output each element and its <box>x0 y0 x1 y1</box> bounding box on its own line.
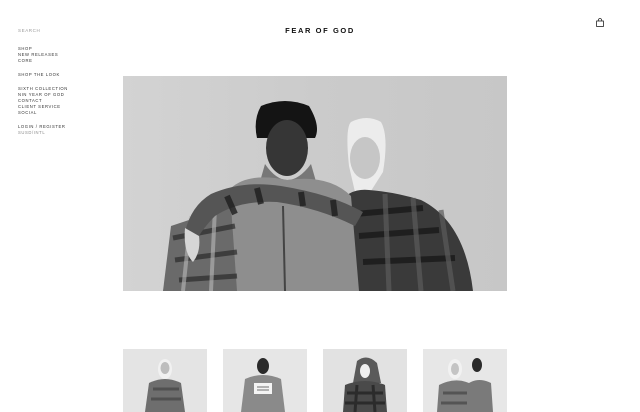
nav-item-core[interactable]: CORE <box>18 58 68 64</box>
brand-logo[interactable]: FEAR OF GOD <box>0 26 640 35</box>
shopping-bag-icon[interactable] <box>596 14 604 27</box>
nav-group-info: SIXTH COLLECTION NIN YEAR OF GOD CONTACT… <box>18 86 68 116</box>
nav-group-look: SHOP THE LOOK <box>18 72 68 78</box>
hero-campaign-image <box>123 76 507 291</box>
nav-item-shop-the-look[interactable]: SHOP THE LOOK <box>18 72 68 78</box>
product-thumbnail[interactable] <box>223 349 307 412</box>
sidebar-nav: SHOP NEW RELEASES CORE SHOP THE LOOK SIX… <box>18 46 68 144</box>
product-thumbnails <box>0 349 640 412</box>
nav-group-shop: SHOP NEW RELEASES CORE <box>18 46 68 64</box>
product-thumbnail[interactable] <box>323 349 407 412</box>
product-thumbnail[interactable] <box>423 349 507 412</box>
currency-selector[interactable]: SUSD/INTL <box>18 130 68 136</box>
nav-item-social[interactable]: SOCIAL <box>18 110 68 116</box>
nav-group-account: LOGIN / REGISTER SUSD/INTL <box>18 124 68 136</box>
product-thumbnail[interactable] <box>123 349 207 412</box>
